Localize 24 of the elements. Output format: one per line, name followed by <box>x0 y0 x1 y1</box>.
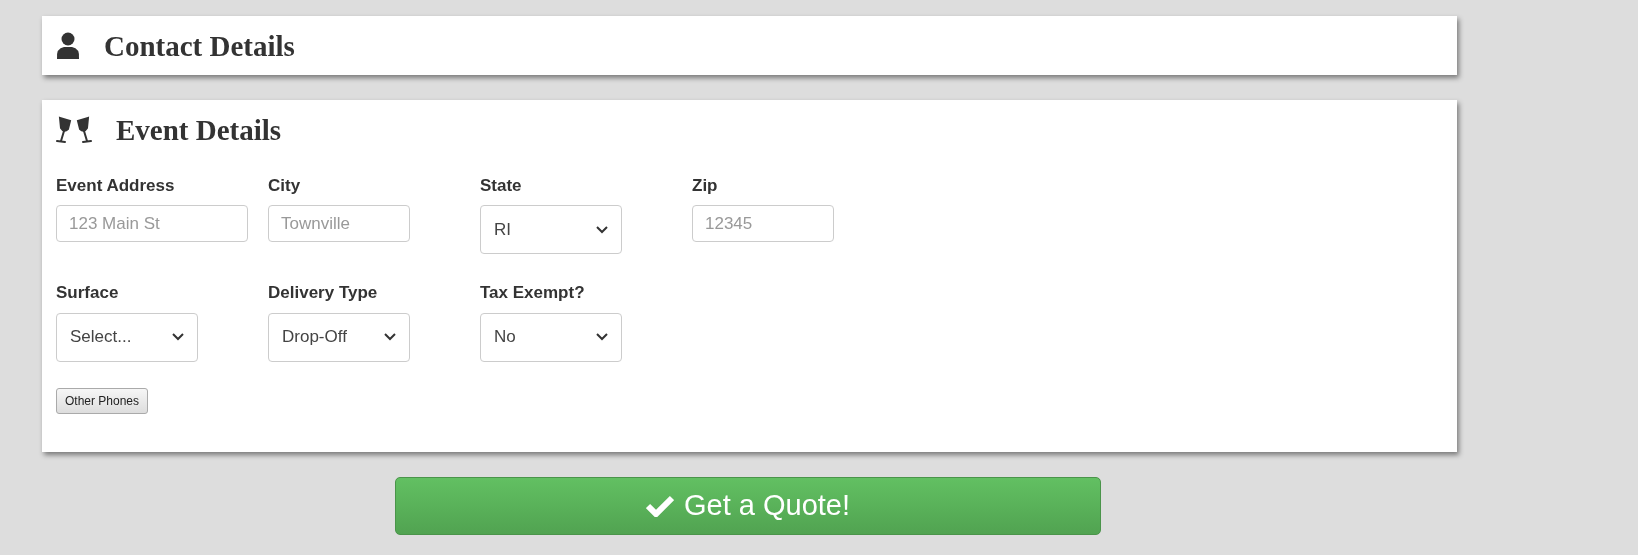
select-field[interactable]: Drop-Off <box>268 312 410 362</box>
chevron-down-icon <box>596 225 608 234</box>
chevron-down-icon <box>596 333 608 342</box>
section-title: Event Details <box>116 112 282 148</box>
chevron-down-icon <box>172 333 184 342</box>
section-title: Contact Details <box>104 29 295 64</box>
field-label: Delivery Type <box>268 282 379 305</box>
field-label: Surface <box>56 282 120 305</box>
input-field[interactable]: 12345 <box>692 205 834 243</box>
chevron-down-icon <box>384 333 396 342</box>
checkmark-icon <box>645 494 674 517</box>
input-field[interactable]: 123 Main St <box>56 205 248 243</box>
field-label: Tax Exempt? <box>480 282 586 305</box>
field-label: Event Address <box>56 174 176 197</box>
input-field[interactable]: Townville <box>268 205 410 243</box>
other-phones-button[interactable]: Other Phones <box>56 387 149 414</box>
field-label: Zip <box>692 174 719 197</box>
person-icon <box>56 32 80 61</box>
select-field[interactable]: Select... <box>56 312 198 362</box>
field-label: State <box>480 174 523 197</box>
select-field[interactable]: RI <box>480 205 622 255</box>
select-field[interactable]: No <box>480 312 622 362</box>
field-label: City <box>268 174 302 197</box>
wine-glasses-icon <box>56 116 92 145</box>
